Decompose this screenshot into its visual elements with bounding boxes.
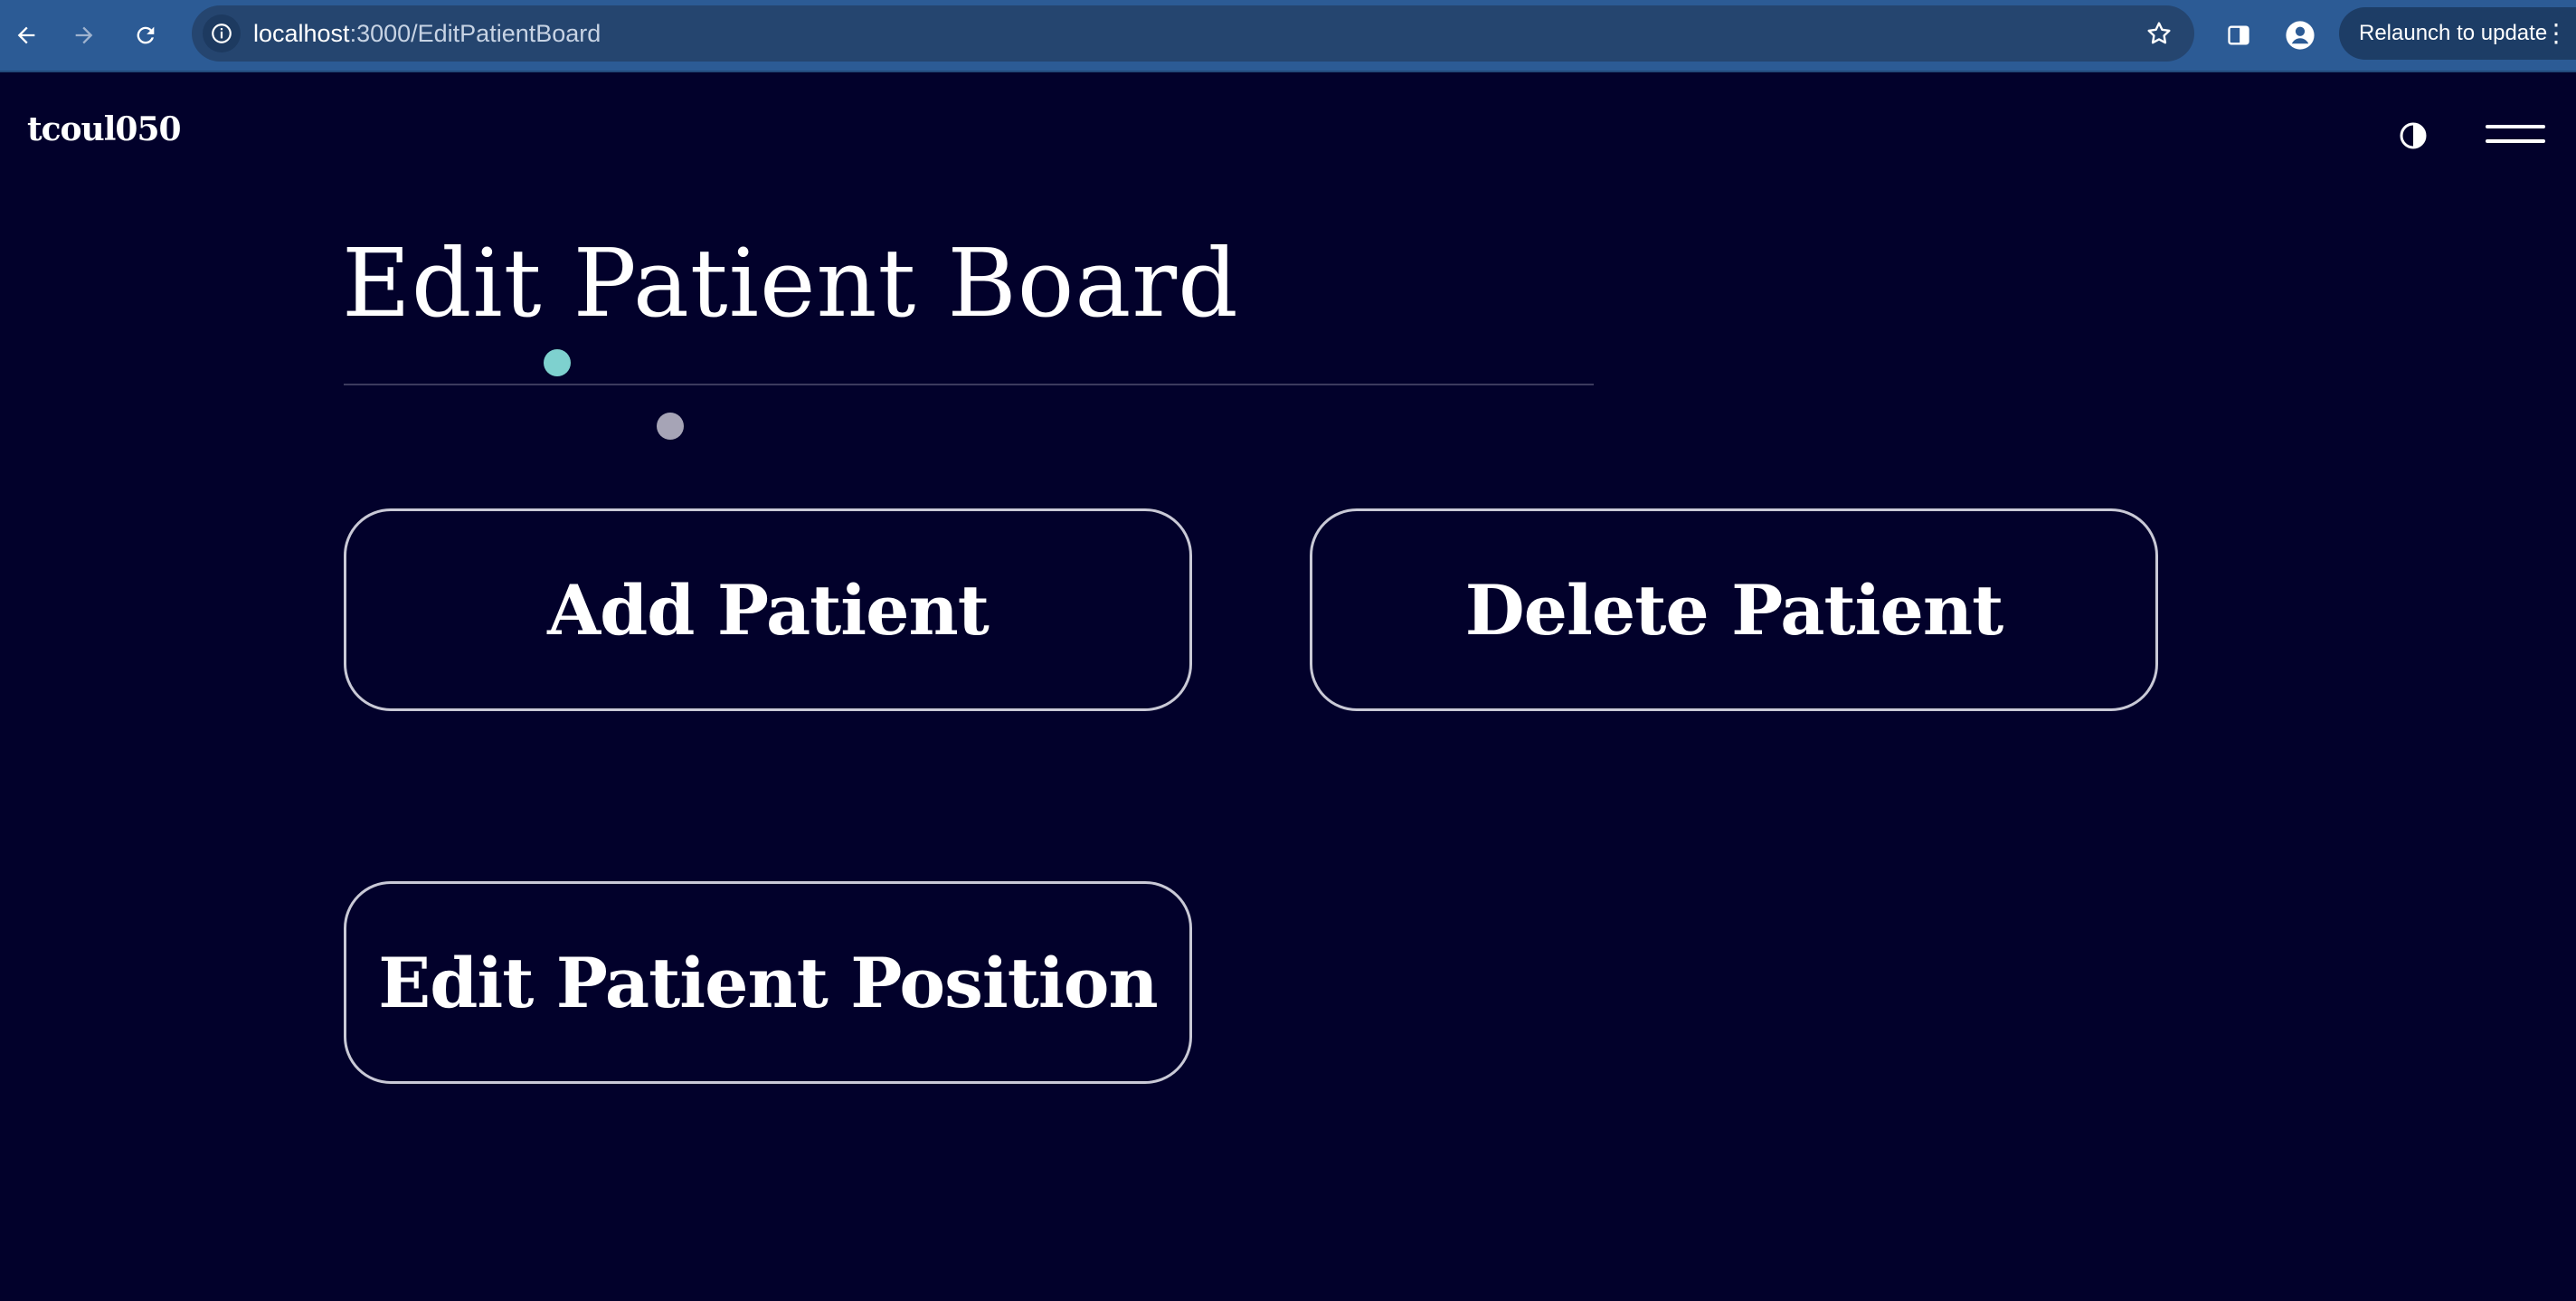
contrast-icon[interactable] <box>2399 121 2428 150</box>
delete-patient-button[interactable]: Delete Patient <box>1310 508 2158 711</box>
reload-icon[interactable] <box>123 13 168 58</box>
kebab-menu-icon[interactable]: ⋮ <box>2543 7 2569 60</box>
relaunch-button[interactable]: Relaunch to update ⋮ <box>2339 7 2576 60</box>
side-panel-icon[interactable] <box>2216 13 2261 58</box>
url-path: :3000/EditPatientBoard <box>349 20 601 47</box>
title-divider <box>344 384 1594 385</box>
url-text: localhost:3000/EditPatientBoard <box>253 5 601 62</box>
profile-icon[interactable] <box>2278 13 2323 58</box>
hamburger-menu-icon[interactable] <box>2486 125 2545 147</box>
browser-toolbar: localhost:3000/EditPatientBoard Relaunch… <box>0 0 2576 72</box>
add-patient-button[interactable]: Add Patient <box>344 508 1192 711</box>
bookmark-star-icon[interactable] <box>2140 14 2178 52</box>
edit-patient-position-button[interactable]: Edit Patient Position <box>344 881 1192 1084</box>
page-title: Edit Patient Board <box>342 228 1239 338</box>
decorative-gray-dot <box>657 413 684 440</box>
address-bar[interactable]: localhost:3000/EditPatientBoard <box>192 5 2194 62</box>
brand-logo[interactable]: tcoul050 <box>27 110 182 148</box>
decorative-teal-dot <box>544 349 571 376</box>
url-host: localhost <box>253 20 350 47</box>
back-arrow-icon[interactable] <box>4 13 49 58</box>
forward-arrow-icon[interactable] <box>62 13 107 58</box>
relaunch-label: Relaunch to update <box>2359 21 2548 45</box>
site-info-icon[interactable] <box>203 14 241 52</box>
